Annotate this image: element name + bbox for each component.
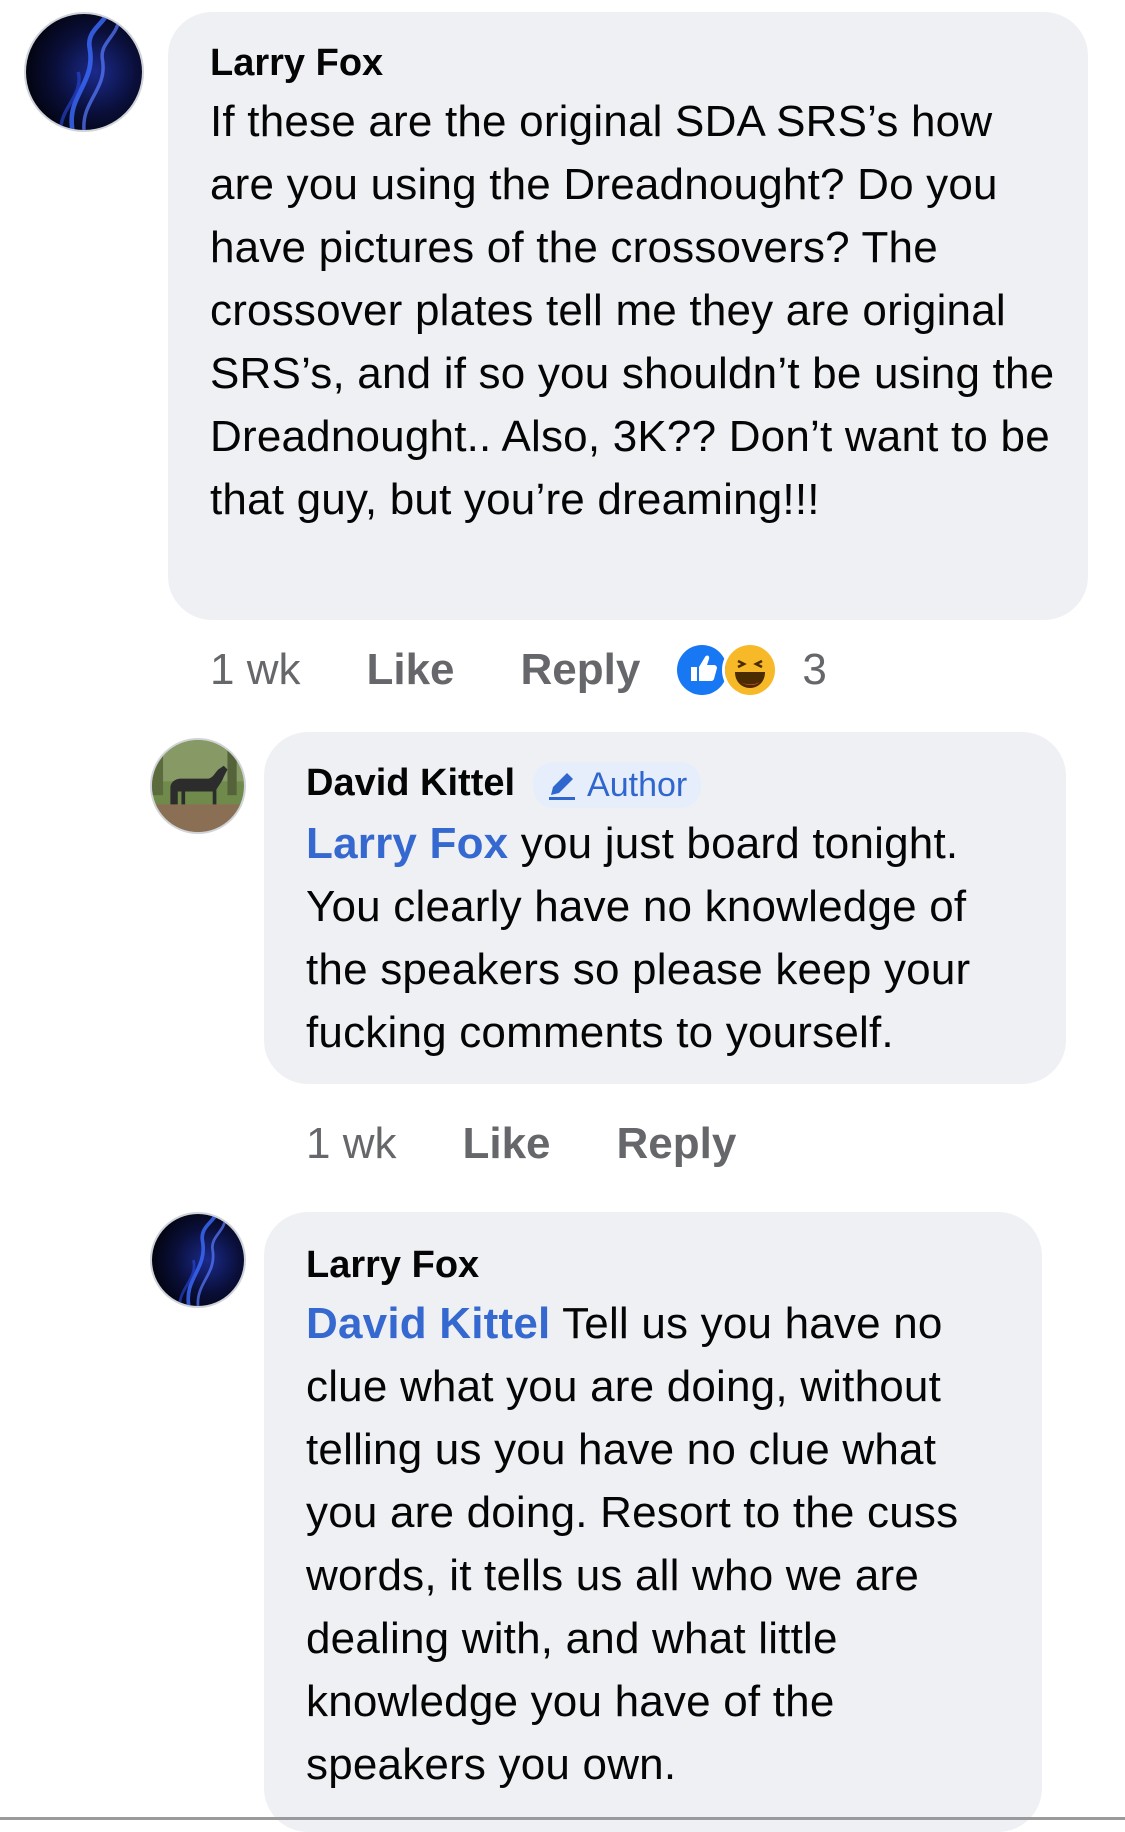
author-badge-label: Author	[587, 766, 688, 804]
reply-bubble[interactable]: David Kittel Author Larry Fox you just bo…	[264, 732, 1066, 1084]
avatar-larry-fox[interactable]	[26, 14, 142, 130]
author-badge: Author	[533, 762, 702, 808]
mention-link[interactable]: Larry Fox	[306, 819, 508, 868]
comment-author[interactable]: Larry Fox	[306, 1242, 479, 1288]
avatar-image	[152, 740, 244, 832]
pencil-icon	[549, 773, 576, 800]
comment-author[interactable]: David Kittel	[306, 760, 515, 806]
reaction-count: 3	[802, 645, 827, 694]
comment-text: Larry Fox you just board tonight. You cl…	[306, 812, 1036, 1064]
comment-timestamp[interactable]: 1 wk	[210, 645, 300, 695]
avatar-larry-fox[interactable]	[152, 1214, 244, 1306]
avatar-image	[26, 14, 142, 130]
haha-reaction-icon	[722, 642, 779, 698]
comment-actions: 1 wk Like Reply 3	[210, 640, 827, 700]
comment-text: David Kittel Tell us you have no clue wh…	[306, 1292, 1012, 1796]
like-button[interactable]: Like	[462, 1119, 550, 1169]
comment-body: Tell us you have no clue what you are do…	[306, 1299, 959, 1789]
reply-bubble[interactable]: Larry Fox David Kittel Tell us you have …	[264, 1212, 1042, 1832]
comment-author[interactable]: Larry Fox	[210, 40, 383, 86]
comment-timestamp[interactable]: 1 wk	[306, 1119, 396, 1169]
comment-text: If these are the original SDA SRS’s how …	[210, 97, 1055, 524]
comment-actions: 1 wk Like Reply	[306, 1114, 802, 1174]
avatar-image	[152, 1214, 244, 1306]
avatar-david-kittel[interactable]	[152, 740, 244, 832]
reply-button[interactable]: Reply	[521, 645, 641, 695]
reply-button[interactable]: Reply	[617, 1119, 737, 1169]
mention-link[interactable]: David Kittel	[306, 1299, 550, 1348]
reactions-summary[interactable]: 3	[674, 642, 827, 698]
comment-bubble[interactable]: Larry Fox If these are the original SDA …	[168, 12, 1088, 620]
like-button[interactable]: Like	[366, 645, 454, 695]
